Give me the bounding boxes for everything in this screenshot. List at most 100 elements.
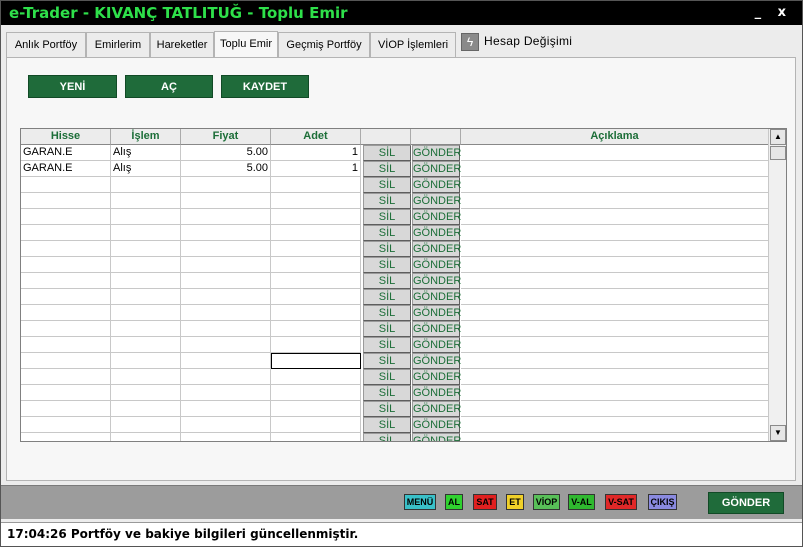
cell-adet[interactable] <box>271 241 361 257</box>
cell-fiyat[interactable] <box>181 193 271 209</box>
cell-islem[interactable] <box>111 273 181 289</box>
row-send-button[interactable]: GÖNDER <box>412 289 461 305</box>
cell-islem[interactable] <box>111 193 181 209</box>
col-hisse-header[interactable]: Hisse <box>21 129 111 145</box>
cell-fiyat[interactable] <box>181 433 271 441</box>
table-row[interactable]: SİL GÖNDER <box>21 401 769 417</box>
cell-hisse[interactable] <box>21 369 111 385</box>
cell-adet[interactable] <box>271 289 361 305</box>
send-all-button[interactable]: GÖNDER <box>708 492 784 514</box>
vertical-scrollbar[interactable]: ▲ ▼ <box>768 129 786 441</box>
open-button[interactable]: AÇ <box>125 75 213 98</box>
cell-adet[interactable] <box>271 193 361 209</box>
cell-adet[interactable]: 1 <box>271 161 361 177</box>
cell-fiyat[interactable] <box>181 241 271 257</box>
row-send-button[interactable]: GÖNDER <box>412 273 461 289</box>
row-send-button[interactable]: GÖNDER <box>412 241 461 257</box>
quick-button-3[interactable]: SAT <box>473 494 497 510</box>
cell-fiyat[interactable] <box>181 321 271 337</box>
row-send-button[interactable]: GÖNDER <box>412 161 461 177</box>
cell-hisse[interactable]: GARAN.E <box>21 161 111 177</box>
cell-hisse[interactable] <box>21 401 111 417</box>
cell-hisse[interactable] <box>21 385 111 401</box>
cell-aciklama[interactable] <box>461 401 769 417</box>
cell-islem[interactable]: Alış <box>111 145 181 161</box>
cell-islem[interactable] <box>111 321 181 337</box>
cell-aciklama[interactable] <box>461 273 769 289</box>
cell-adet[interactable] <box>271 225 361 241</box>
tab-5[interactable]: Geçmiş Portföy <box>278 32 370 57</box>
row-send-button[interactable]: GÖNDER <box>412 433 461 441</box>
col-send-header[interactable] <box>411 129 461 145</box>
col-aciklama-header[interactable]: Açıklama <box>461 129 769 145</box>
scroll-thumb[interactable] <box>770 146 786 160</box>
cell-hisse[interactable] <box>21 305 111 321</box>
row-delete-button[interactable]: SİL <box>363 385 411 401</box>
table-row[interactable]: SİL GÖNDER <box>21 305 769 321</box>
cell-hisse[interactable] <box>21 433 111 441</box>
table-row[interactable]: SİL GÖNDER <box>21 353 769 369</box>
row-delete-button[interactable]: SİL <box>363 417 411 433</box>
cell-adet[interactable] <box>271 273 361 289</box>
cell-aciklama[interactable] <box>461 305 769 321</box>
cell-aciklama[interactable] <box>461 257 769 273</box>
cell-hisse[interactable] <box>21 353 111 369</box>
row-send-button[interactable]: GÖNDER <box>412 225 461 241</box>
cell-hisse[interactable] <box>21 289 111 305</box>
cell-aciklama[interactable] <box>461 209 769 225</box>
cell-adet[interactable] <box>271 401 361 417</box>
tab-2[interactable]: Emirlerim <box>86 32 150 57</box>
cell-adet[interactable] <box>271 385 361 401</box>
row-delete-button[interactable]: SİL <box>363 209 411 225</box>
cell-aciklama[interactable] <box>461 337 769 353</box>
row-delete-button[interactable]: SİL <box>363 369 411 385</box>
row-send-button[interactable]: GÖNDER <box>412 145 461 161</box>
cell-fiyat[interactable] <box>181 225 271 241</box>
tab-3[interactable]: Hareketler <box>150 32 214 57</box>
table-row[interactable]: SİL GÖNDER <box>21 177 769 193</box>
cell-hisse[interactable]: GARAN.E <box>21 145 111 161</box>
row-send-button[interactable]: GÖNDER <box>412 417 461 433</box>
row-delete-button[interactable]: SİL <box>363 145 411 161</box>
col-islem-header[interactable]: İşlem <box>111 129 181 145</box>
cell-adet[interactable] <box>271 321 361 337</box>
cell-hisse[interactable] <box>21 273 111 289</box>
cell-islem[interactable] <box>111 337 181 353</box>
cell-fiyat[interactable] <box>181 337 271 353</box>
cell-islem[interactable] <box>111 177 181 193</box>
cell-hisse[interactable] <box>21 337 111 353</box>
scroll-up-icon[interactable]: ▲ <box>770 129 786 145</box>
cell-aciklama[interactable] <box>461 289 769 305</box>
row-send-button[interactable]: GÖNDER <box>412 353 461 369</box>
cell-fiyat[interactable] <box>181 369 271 385</box>
cell-fiyat[interactable] <box>181 209 271 225</box>
cell-fiyat[interactable] <box>181 289 271 305</box>
cell-aciklama[interactable] <box>461 193 769 209</box>
cell-adet[interactable] <box>271 353 361 369</box>
row-delete-button[interactable]: SİL <box>363 193 411 209</box>
cell-hisse[interactable] <box>21 209 111 225</box>
row-send-button[interactable]: GÖNDER <box>412 321 461 337</box>
cell-adet[interactable] <box>271 257 361 273</box>
cell-islem[interactable]: Alış <box>111 161 181 177</box>
window-controls[interactable]: _ x <box>755 1 792 25</box>
row-delete-button[interactable]: SİL <box>363 161 411 177</box>
row-send-button[interactable]: GÖNDER <box>412 401 461 417</box>
tab-6[interactable]: VİOP İşlemleri <box>370 32 456 57</box>
cell-fiyat[interactable] <box>181 353 271 369</box>
row-send-button[interactable]: GÖNDER <box>412 385 461 401</box>
table-row[interactable]: SİL GÖNDER <box>21 225 769 241</box>
cell-aciklama[interactable] <box>461 177 769 193</box>
row-delete-button[interactable]: SİL <box>363 353 411 369</box>
row-delete-button[interactable]: SİL <box>363 289 411 305</box>
row-delete-button[interactable]: SİL <box>363 257 411 273</box>
cell-islem[interactable] <box>111 353 181 369</box>
cell-fiyat[interactable] <box>181 257 271 273</box>
cell-hisse[interactable] <box>21 417 111 433</box>
cell-fiyat[interactable] <box>181 273 271 289</box>
row-send-button[interactable]: GÖNDER <box>412 337 461 353</box>
cell-islem[interactable] <box>111 433 181 441</box>
cell-fiyat[interactable] <box>181 385 271 401</box>
row-delete-button[interactable]: SİL <box>363 433 411 441</box>
quick-button-5[interactable]: VİOP <box>533 494 560 510</box>
